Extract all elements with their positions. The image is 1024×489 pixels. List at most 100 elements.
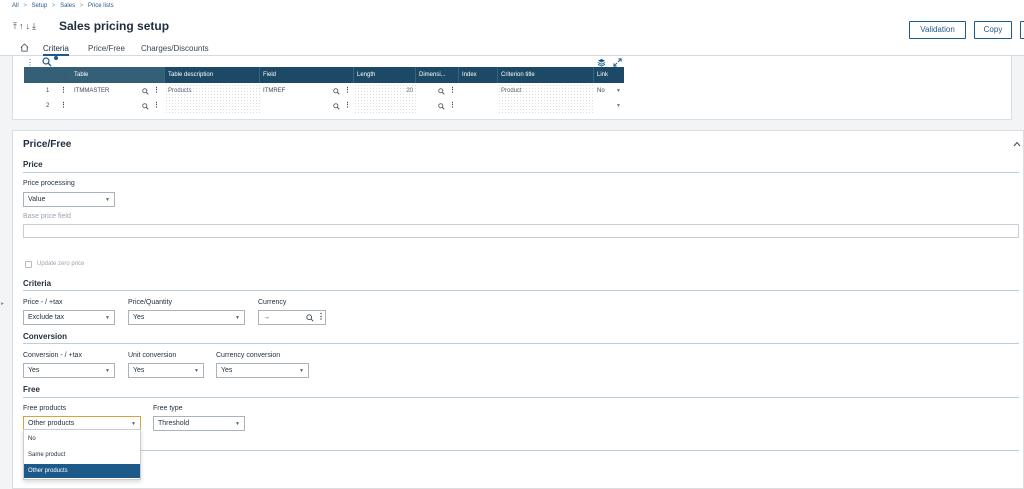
row-number: 2 xyxy=(46,103,50,109)
cell-menu-icon[interactable]: ⋮ xyxy=(344,101,351,109)
cell-menu-icon[interactable]: ⋮ xyxy=(153,86,160,94)
grid-header-dimension[interactable]: Dimensi... xyxy=(416,67,459,83)
dropdown-option-other-products[interactable]: Other products xyxy=(24,464,140,478)
free-type-select[interactable]: Threshold ▼ xyxy=(153,416,245,431)
group-divider xyxy=(23,290,1019,291)
tab-criteria[interactable]: Criteria xyxy=(43,44,69,56)
search-icon[interactable] xyxy=(438,88,445,95)
record-navigation-arrows[interactable]: ⤒↑↓⤓ xyxy=(13,21,38,32)
price-processing-value: Value xyxy=(28,196,46,203)
group-divider xyxy=(23,450,1019,451)
cell-length xyxy=(354,99,416,114)
free-products-value: Other products xyxy=(28,420,75,427)
chevron-down-icon: ▼ xyxy=(194,368,199,374)
row-menu-icon[interactable]: ⋮ xyxy=(60,86,67,94)
chevron-down-icon: ▼ xyxy=(105,368,110,374)
grid-header-length[interactable]: Length xyxy=(354,67,416,83)
dropdown-option-no[interactable]: No xyxy=(24,432,140,446)
side-panel-handle[interactable]: ▸ xyxy=(1,300,5,307)
currency-label: Currency xyxy=(258,299,287,306)
chevron-down-icon: ▼ xyxy=(299,368,304,374)
breadcrumb-separator: > xyxy=(23,3,27,9)
unit-conversion-select[interactable]: Yes ▼ xyxy=(128,363,204,378)
cell-menu-icon[interactable]: ⋮ xyxy=(344,86,351,94)
grid-header-field[interactable]: Field xyxy=(260,67,354,83)
search-icon[interactable] xyxy=(142,103,149,110)
cell-table[interactable] xyxy=(71,99,151,114)
price-tax-value: Exclude tax xyxy=(28,314,65,321)
chevron-down-icon: ▼ xyxy=(235,315,240,321)
table-row[interactable]: 2 ⋮ ⋮ ⋮ ⋮ ▼ xyxy=(24,99,624,114)
search-icon[interactable] xyxy=(333,103,340,110)
cell-index[interactable] xyxy=(459,84,498,99)
currency-conversion-value: Yes xyxy=(221,367,233,374)
price-tax-label: Price - / +tax xyxy=(23,299,63,306)
grid-header-link[interactable]: Link xyxy=(594,67,624,83)
search-icon[interactable] xyxy=(333,88,340,95)
conversion-tax-value: Yes xyxy=(28,367,40,374)
layers-icon[interactable] xyxy=(597,58,606,67)
breadcrumb-price-lists[interactable]: Price lists xyxy=(88,3,114,9)
currency-conversion-select[interactable]: Yes ▼ xyxy=(216,363,309,378)
price-quantity-select[interactable]: Yes ▼ xyxy=(128,310,245,325)
currency-value: → xyxy=(263,314,270,321)
tab-price-free[interactable]: Price/Free xyxy=(88,44,125,53)
breadcrumb-all[interactable]: All xyxy=(12,3,19,9)
cell-index[interactable] xyxy=(459,99,498,114)
more-actions-button[interactable] xyxy=(1020,21,1024,39)
unit-conversion-value: Yes xyxy=(133,367,145,374)
free-products-label: Free products xyxy=(23,405,67,412)
validation-button[interactable]: Validation xyxy=(909,21,966,39)
grid-header-table-description[interactable]: Table description xyxy=(165,67,260,83)
group-title-price: Price xyxy=(23,160,43,169)
conversion-tax-select[interactable]: Yes ▼ xyxy=(23,363,115,378)
breadcrumb-sales[interactable]: Sales xyxy=(60,3,75,9)
cell-link[interactable]: No xyxy=(594,84,618,99)
cell-criterion-title: Product xyxy=(498,84,594,99)
cell-menu-icon[interactable]: ⋮ xyxy=(449,101,456,109)
expand-icon[interactable] xyxy=(613,58,622,67)
search-icon[interactable] xyxy=(42,57,52,67)
cell-table[interactable]: ITMMASTER xyxy=(71,84,151,99)
breadcrumb: All > Setup > Sales > Price lists xyxy=(0,0,1024,13)
search-icon[interactable] xyxy=(438,103,445,110)
chevron-down-icon: ▼ xyxy=(105,315,110,321)
filter-indicator-dot xyxy=(54,56,58,60)
cell-table-description: Products xyxy=(165,84,260,99)
search-icon[interactable] xyxy=(142,88,149,95)
grid-header-criterion-title[interactable]: Criterion title xyxy=(498,67,594,83)
field-menu-icon[interactable]: ⋮ xyxy=(317,312,325,321)
currency-conversion-label: Currency conversion xyxy=(216,352,281,359)
cell-criterion-title xyxy=(498,99,594,114)
grid-menu-icon[interactable]: ⋮ xyxy=(26,58,34,67)
cell-field[interactable] xyxy=(260,99,330,114)
chevron-up-icon[interactable] xyxy=(1013,141,1021,147)
row-menu-icon[interactable]: ⋮ xyxy=(60,101,67,109)
cell-table-description xyxy=(165,99,260,114)
table-row[interactable]: 1 ⋮ ITMMASTER ⋮ Products ITMREF ⋮ 20 ⋮ P… xyxy=(24,84,624,99)
cell-menu-icon[interactable]: ⋮ xyxy=(153,101,160,109)
section-title: Price/Free xyxy=(23,139,72,150)
grid-header-table[interactable]: Table xyxy=(71,67,165,83)
price-processing-select[interactable]: Value ▼ xyxy=(23,192,115,207)
tab-charges-discounts[interactable]: Charges/Discounts xyxy=(141,44,209,53)
grid-header-rownum xyxy=(24,67,71,83)
base-price-field-input[interactable] xyxy=(23,224,1019,238)
breadcrumb-setup[interactable]: Setup xyxy=(32,3,48,9)
free-products-dropdown: No Same product Other products xyxy=(23,429,141,480)
chevron-down-icon[interactable]: ▼ xyxy=(616,103,621,109)
grid-header-index[interactable]: Index xyxy=(459,67,498,83)
cell-field[interactable]: ITMREF xyxy=(260,84,330,99)
cell-menu-icon[interactable]: ⋮ xyxy=(449,86,456,94)
currency-input[interactable]: → ⋮ xyxy=(258,310,326,325)
dropdown-option-same-product[interactable]: Same product xyxy=(24,448,140,462)
chevron-down-icon[interactable]: ▼ xyxy=(616,88,621,94)
price-tax-select[interactable]: Exclude tax ▼ xyxy=(23,310,115,325)
copy-button[interactable]: Copy xyxy=(974,21,1012,39)
update-zero-price-checkbox[interactable] xyxy=(25,261,32,268)
cell-link[interactable] xyxy=(594,99,618,114)
cell-length: 20 xyxy=(354,84,416,99)
home-icon[interactable] xyxy=(20,43,29,52)
breadcrumb-separator: > xyxy=(79,3,84,9)
search-icon[interactable] xyxy=(306,314,314,322)
